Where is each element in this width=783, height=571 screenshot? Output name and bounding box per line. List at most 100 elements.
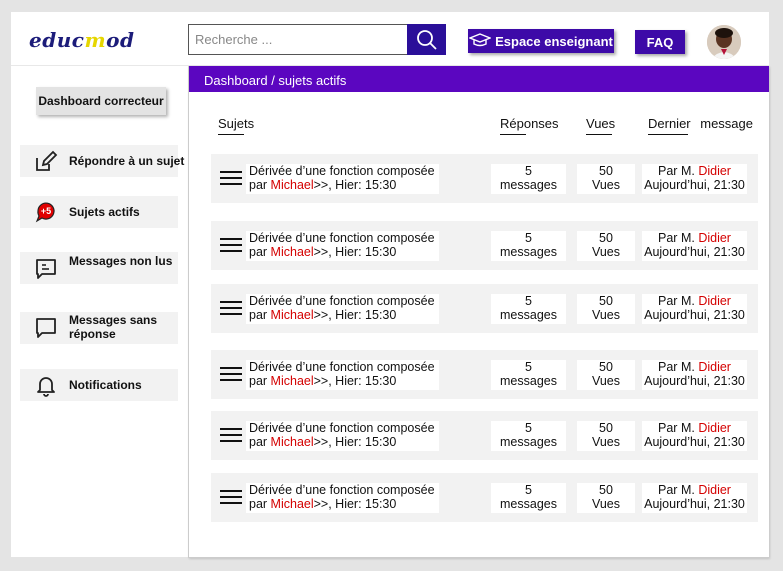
last-message-time: Aujourd’hui, 21:30 <box>644 374 745 388</box>
corrector-dashboard-button[interactable]: Dashboard correcteur <box>36 87 166 115</box>
last-message-author[interactable]: Didier <box>698 231 731 245</box>
last-message-author[interactable]: Didier <box>698 164 731 178</box>
last-message-time: Aujourd’hui, 21:30 <box>644 435 745 449</box>
views-unit: Vues <box>591 245 621 259</box>
topic-title[interactable]: Dérivée d’une fonction composée <box>249 360 439 374</box>
topic-title[interactable]: Dérivée d’une fonction composée <box>249 483 439 497</box>
topic-author[interactable]: Michael <box>271 308 314 322</box>
topic-author[interactable]: Michael <box>271 435 314 449</box>
topic-meta: par Michael>>, Hier: 15:30 <box>249 245 439 259</box>
menu-icon[interactable] <box>220 238 242 254</box>
table-row[interactable]: Dérivée d’une fonction composée par Micha… <box>211 350 758 399</box>
last-message-by: Par M. <box>658 360 699 374</box>
breadcrumb: Dashboard / sujets actifs <box>189 66 769 92</box>
topic-title[interactable]: Dérivée d’une fonction composée <box>249 231 439 245</box>
educmod-logo[interactable]: educmod <box>29 28 134 52</box>
topic-author[interactable]: Michael <box>271 245 314 259</box>
topic-cell[interactable]: Dérivée d’une fonction composée par Micha… <box>246 421 439 451</box>
last-message-author-line: Par M. Didier <box>642 483 747 497</box>
sidebar-item-label: Messages sans réponse <box>69 313 158 341</box>
replies-cell: 5 messages <box>491 421 566 451</box>
replies-unit: messages <box>500 435 557 449</box>
column-header-last-a: Dernier <box>648 116 691 135</box>
menu-icon[interactable] <box>220 367 242 383</box>
views-cell: 50 Vues <box>577 483 635 513</box>
column-header-last-message[interactable]: Dernier message <box>648 116 753 135</box>
views-count: 50 <box>599 421 613 435</box>
sidebar-item-label: Répondre à un sujet <box>69 154 185 168</box>
topic-time: >>, Hier: 15:30 <box>313 374 397 388</box>
search-input[interactable] <box>189 25 407 54</box>
topic-author[interactable]: Michael <box>271 178 314 192</box>
sidebar-item-notifications[interactable]: Notifications <box>20 369 178 401</box>
sidebar-item-active-topics[interactable]: +5 Sujets actifs <box>20 196 178 228</box>
menu-icon[interactable] <box>220 490 242 506</box>
last-message-time: Aujourd’hui, 21:30 <box>644 245 745 259</box>
topic-meta: par Michael>>, Hier: 15:30 <box>249 435 439 449</box>
topic-author[interactable]: Michael <box>271 497 314 511</box>
views-count: 50 <box>599 360 613 374</box>
menu-icon[interactable] <box>220 171 242 187</box>
table-row[interactable]: Dérivée d’une fonction composée par Micha… <box>211 284 758 333</box>
topic-time: >>, Hier: 15:30 <box>313 497 397 511</box>
topic-by: par <box>249 178 271 192</box>
topic-by: par <box>249 245 271 259</box>
sidebar-item-label: Messages non lus <box>69 254 173 268</box>
topic-cell[interactable]: Dérivée d’une fonction composée par Micha… <box>246 164 439 194</box>
replies-unit: messages <box>500 374 557 388</box>
menu-icon[interactable] <box>220 301 242 317</box>
last-message-author[interactable]: Didier <box>698 360 731 374</box>
table-row[interactable]: Dérivée d’une fonction composée par Micha… <box>211 154 758 203</box>
replies-count: 5 <box>525 483 532 497</box>
replies-count: 5 <box>525 421 532 435</box>
replies-cell: 5 messages <box>491 483 566 513</box>
views-count: 50 <box>599 483 613 497</box>
views-cell: 50 Vues <box>577 164 635 194</box>
topic-author[interactable]: Michael <box>271 374 314 388</box>
topic-title[interactable]: Dérivée d’une fonction composée <box>249 294 439 308</box>
faq-button[interactable]: FAQ <box>635 30 685 54</box>
topic-time: >>, Hier: 15:30 <box>313 308 397 322</box>
topic-cell[interactable]: Dérivée d’une fonction composée par Micha… <box>246 360 439 390</box>
topic-title[interactable]: Dérivée d’une fonction composée <box>249 421 439 435</box>
topic-meta: par Michael>>, Hier: 15:30 <box>249 178 439 192</box>
last-message-cell: Par M. Didier Aujourd’hui, 21:30 <box>642 164 747 194</box>
topic-cell[interactable]: Dérivée d’une fonction composée par Micha… <box>246 231 439 261</box>
replies-cell: 5 messages <box>491 294 566 324</box>
topic-cell[interactable]: Dérivée d’une fonction composée par Micha… <box>246 483 439 513</box>
sidebar-item-unread[interactable]: Messages non lus <box>20 252 178 284</box>
last-message-time: Aujourd’hui, 21:30 <box>644 497 745 511</box>
last-message-author-line: Par M. Didier <box>642 360 747 374</box>
last-message-author[interactable]: Didier <box>698 483 731 497</box>
views-cell: 50 Vues <box>577 294 635 324</box>
replies-unit: messages <box>500 245 557 259</box>
table-row[interactable]: Dérivée d’une fonction composée par Micha… <box>211 411 758 460</box>
logo-text-end: od <box>106 28 135 52</box>
replies-cell: 5 messages <box>491 360 566 390</box>
topic-by: par <box>249 374 271 388</box>
last-message-author-line: Par M. Didier <box>642 231 747 245</box>
search-button[interactable] <box>407 24 446 55</box>
sidebar-item-unanswered[interactable]: Messages sans réponse <box>20 312 178 344</box>
views-count: 50 <box>599 294 613 308</box>
avatar[interactable] <box>707 25 741 59</box>
column-header-views[interactable]: Vues <box>586 116 615 135</box>
last-message-author[interactable]: Didier <box>698 294 731 308</box>
views-unit: Vues <box>591 178 621 192</box>
last-message-by: Par M. <box>658 231 699 245</box>
topic-title[interactable]: Dérivée d’une fonction composée <box>249 164 439 178</box>
replies-count: 5 <box>525 231 532 245</box>
teacher-space-button[interactable]: Espace enseignant <box>468 29 614 53</box>
table-row[interactable]: Dérivée d’une fonction composée par Micha… <box>211 473 758 522</box>
column-header-last-a-text: Dernier <box>648 116 691 131</box>
breadcrumb-text[interactable]: Dashboard / sujets actifs <box>204 73 346 88</box>
topic-cell[interactable]: Dérivée d’une fonction composée par Micha… <box>246 294 439 324</box>
last-message-author[interactable]: Didier <box>698 421 731 435</box>
topic-by: par <box>249 497 271 511</box>
column-header-subjects[interactable]: Sujets <box>218 116 254 135</box>
column-header-replies[interactable]: Réponses <box>500 116 559 135</box>
table-row[interactable]: Dérivée d’une fonction composée par Micha… <box>211 221 758 270</box>
column-header-last-b: message <box>700 116 753 131</box>
sidebar-item-reply[interactable]: Répondre à un sujet <box>20 145 184 177</box>
menu-icon[interactable] <box>220 428 242 444</box>
